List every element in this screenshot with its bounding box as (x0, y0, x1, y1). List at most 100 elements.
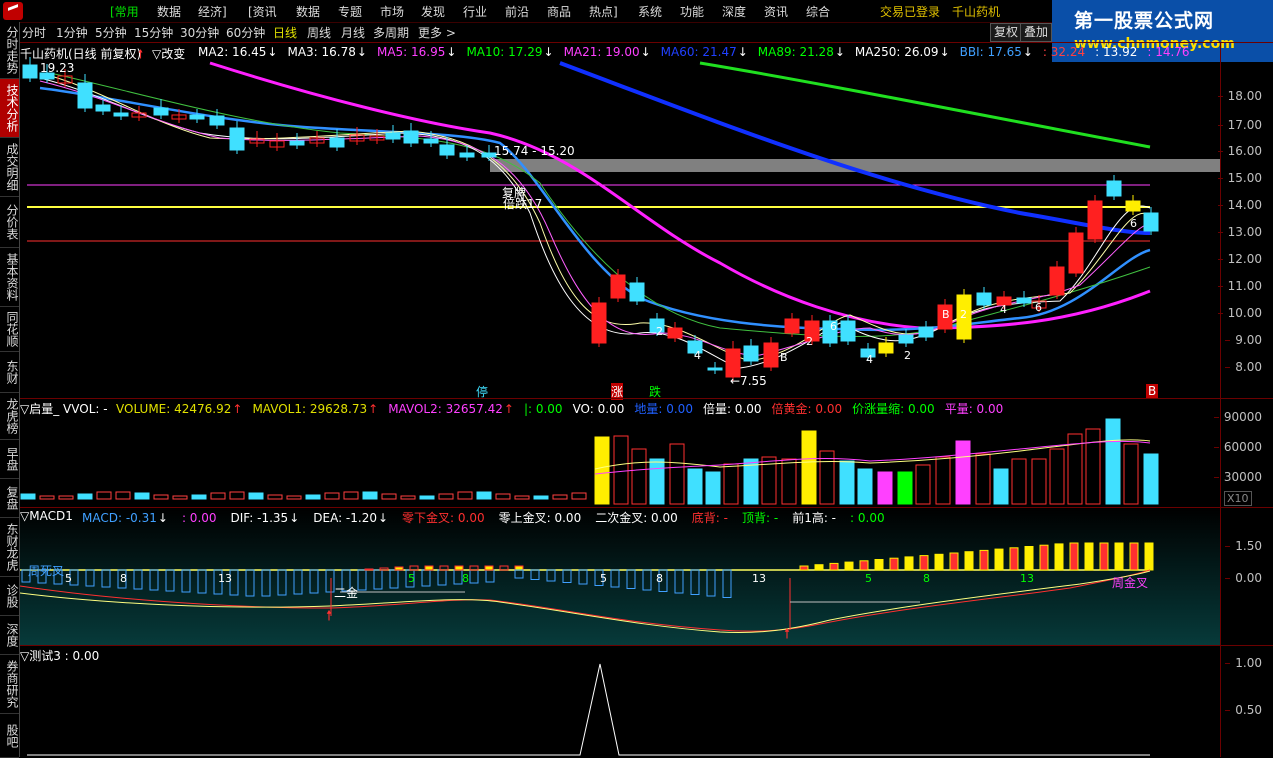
volume-bar (77, 493, 93, 500)
macd-bar (469, 569, 479, 584)
macd-bar (1084, 542, 1094, 571)
macd-bar (610, 569, 620, 588)
legend-field: : 0.00 (850, 511, 885, 525)
macd-bar (1069, 542, 1079, 571)
period-15min[interactable]: 15分钟 (134, 24, 173, 41)
menu-item-data[interactable]: 数据 (157, 3, 181, 20)
menu-item-economy[interactable]: 经济] (198, 3, 227, 20)
tab-trades[interactable]: 成交明细 (0, 138, 19, 197)
macd-count-label: 5 (408, 572, 415, 585)
legend-field: MAVOL2: 32657.42 (388, 402, 503, 416)
menu-item-frontier[interactable]: 前沿 (505, 3, 529, 20)
menu-item-function[interactable]: 功能 (680, 3, 704, 20)
legend-field: MA21: 19.00 (563, 45, 640, 59)
annotation-low: ←7.55 (730, 374, 767, 388)
volume-panel[interactable]: ▽启量_ VVOL: - VOLUME: 42476.92↑ MAVOL1: 29… (20, 399, 1220, 507)
period-5min[interactable]: 5分钟 (95, 24, 127, 41)
arrow-down-icon: ↓ (157, 511, 168, 525)
period-monthly[interactable]: 月线 (341, 24, 365, 41)
macd-bar (165, 569, 175, 592)
volume-bar (381, 493, 397, 500)
legend-field: MA250: 26.09 (854, 45, 939, 59)
test-chart[interactable] (20, 646, 1220, 757)
volume-bar (324, 492, 340, 500)
candle (189, 114, 205, 120)
volume-bar (210, 492, 226, 500)
menu-item-depth[interactable]: 深度 (722, 3, 746, 20)
arrow-down-icon: ↓ (356, 45, 367, 59)
menu-item-hot[interactable]: 热点] (589, 3, 618, 20)
candle (976, 292, 992, 306)
candle (153, 107, 169, 116)
mode-toggle[interactable]: ▽改变 (152, 45, 185, 62)
menu-item-common[interactable]: [常用 (110, 3, 139, 20)
macd-bar (424, 565, 434, 571)
test-panel[interactable]: ▽测试3 : 0.00 (20, 646, 1220, 757)
macd-bar (994, 548, 1004, 571)
period-30min[interactable]: 30分钟 (180, 24, 219, 41)
macd-bar (277, 569, 287, 596)
macd-bar (379, 567, 389, 571)
overlay-button[interactable]: 叠加 (1020, 23, 1053, 42)
candle-number-label: 4 (866, 353, 873, 366)
tab-diagnose[interactable]: 诊股 (0, 577, 19, 616)
tab-depth[interactable]: 深度 (0, 616, 19, 655)
tab-ths[interactable]: 同花顺 (0, 307, 19, 352)
macd-bar (889, 557, 899, 571)
candle (329, 137, 345, 148)
menu-item-discover[interactable]: 发现 (421, 3, 445, 20)
macd-chart[interactable]: 🠕 🠕 5 8 13 5 8 5 8 13 5 8 13 (20, 508, 1220, 645)
volume-bar (1031, 458, 1047, 505)
menu-item-industry[interactable]: 行业 (463, 3, 487, 20)
tab-price-table[interactable]: 分价表 (0, 197, 19, 248)
tab-morning[interactable]: 早盘 (0, 440, 19, 479)
tab-em-dragon-tiger[interactable]: 东财龙虎 (0, 518, 19, 577)
menu-item-market[interactable]: 市场 (380, 3, 404, 20)
kline-panel[interactable]: 2462B246B246 千山药机(日线 前复权) 🠕 ▽改变 MA2: 16.… (20, 43, 1220, 400)
macd-count-label: 13 (752, 572, 766, 585)
volume-bar (631, 448, 647, 505)
tab-dragon-tiger[interactable]: 龙虎榜 (0, 393, 19, 440)
macd-bar (642, 569, 652, 591)
volume-bar (839, 460, 855, 505)
annotation-week-gold: 周金叉 (1112, 576, 1149, 590)
menu-item-news[interactable]: [资讯 (248, 3, 277, 20)
candle-number-label: 2 (806, 335, 813, 348)
menu-item-goods[interactable]: 商品 (547, 3, 571, 20)
menu-item-system[interactable]: 系统 (638, 3, 662, 20)
volume-bar (669, 443, 685, 505)
period-more[interactable]: 更多 > (418, 24, 456, 41)
candle-number-label: 2 (904, 349, 911, 362)
tab-review[interactable]: 复盘 (0, 479, 19, 518)
macd-count-label: 5 (600, 572, 607, 585)
volume-bar (286, 495, 302, 500)
up-arrow-icon: 🠕 (138, 47, 144, 61)
legend-field: 平量: 0.00 (944, 402, 1004, 416)
tab-technical[interactable]: 技术分析 (0, 79, 19, 138)
app-logo-icon[interactable] (3, 2, 23, 20)
period-60min[interactable]: 60分钟 (226, 24, 265, 41)
period-daily[interactable]: 日线 (273, 24, 297, 41)
macd-bar (904, 556, 914, 571)
period-weekly[interactable]: 周线 (307, 24, 331, 41)
tab-eastmoney[interactable]: 东财 (0, 352, 19, 393)
volume-title: ▽启量_ VVOL: - (20, 402, 108, 416)
period-multi[interactable]: 多周期 (373, 24, 409, 41)
tab-broker-research[interactable]: 券商研究 (0, 655, 19, 714)
period-intraday[interactable]: 分时 (22, 24, 46, 41)
macd-panel[interactable]: 🠕 🠕 5 8 13 5 8 5 8 13 5 8 13 ▽MACD1 MACD: -0.31↓: … (20, 508, 1220, 645)
menu-item-composite[interactable]: 综合 (806, 3, 830, 20)
restore-right-button[interactable]: 复权 (990, 23, 1023, 42)
legend-field: : 13.92 (1095, 45, 1138, 59)
legend-field: 倍黄金: 0.00 (771, 402, 843, 416)
menu-item-data2[interactable]: 数据 (296, 3, 320, 20)
tab-profile[interactable]: 基本资料 (0, 248, 19, 307)
tab-forum[interactable]: 股吧 (0, 714, 19, 758)
volume-bar (1049, 448, 1065, 505)
menu-item-info[interactable]: 资讯 (764, 3, 788, 20)
tab-intraday[interactable]: 分时走势 (0, 22, 19, 79)
kline-chart[interactable]: 2462B2 4 6B246 (20, 43, 1220, 398)
y-tick: 8.00 (1225, 360, 1262, 374)
menu-item-topics[interactable]: 专题 (338, 3, 362, 20)
period-1min[interactable]: 1分钟 (56, 24, 88, 41)
